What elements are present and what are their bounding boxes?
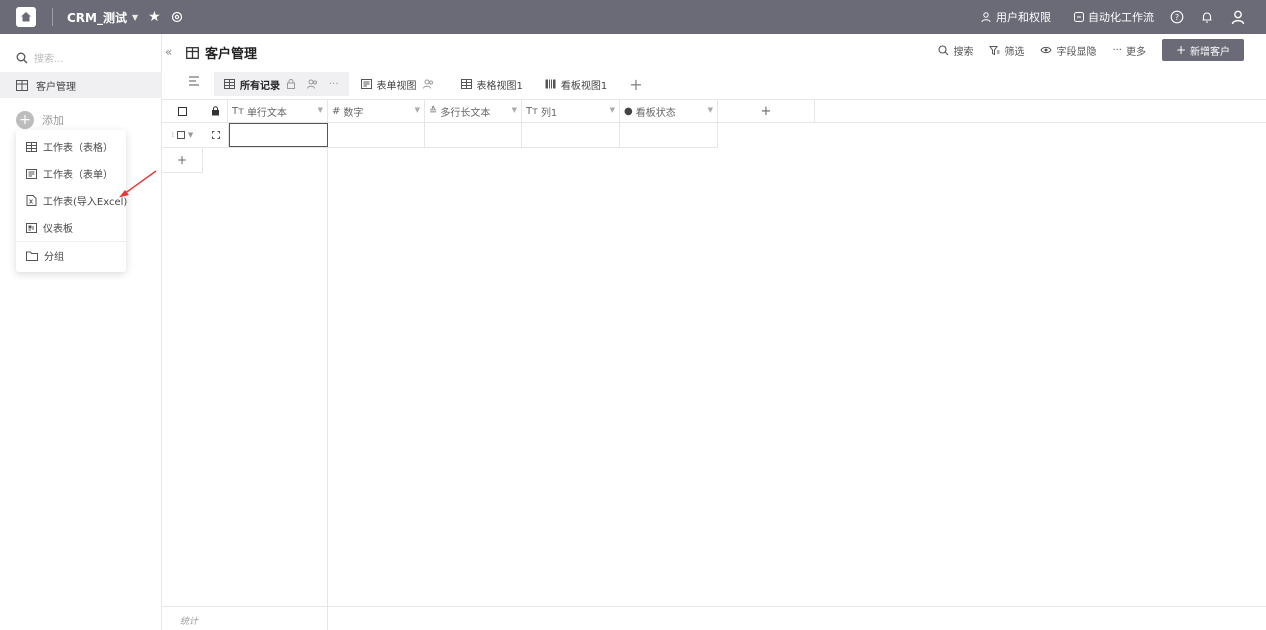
add-row-button[interactable]: + xyxy=(162,148,203,173)
table-icon xyxy=(460,79,472,89)
help-icon[interactable]: ? xyxy=(1170,10,1184,24)
table-cell[interactable] xyxy=(425,123,522,147)
tab-form-view[interactable]: 表单视图 xyxy=(351,72,449,96)
workflow-icon xyxy=(1074,12,1084,22)
home-icon[interactable] xyxy=(16,7,36,27)
column-header-col1[interactable]: Tт 列1 ▼ xyxy=(522,100,620,122)
chevron-down-icon[interactable]: ▼ xyxy=(610,106,615,114)
user-group-icon xyxy=(422,79,433,89)
excel-import-icon xyxy=(26,195,37,206)
column-header-kanban-status[interactable]: ● 看板状态 ▼ xyxy=(620,100,718,122)
toolbar-actions: 搜索 筛选 字段显隐 ··· 更多 + 新增客户 xyxy=(938,39,1244,61)
top-bar: CRM_测试 ▼ ★ 用户和权限 自动化工作流 ? xyxy=(0,0,1266,34)
stats-footer: 统计 xyxy=(162,606,1266,630)
sidebar: 搜索... 客户管理 + 添加 xyxy=(0,34,162,630)
ellipsis-icon: ··· xyxy=(1112,44,1122,56)
folder-icon xyxy=(26,251,38,261)
menu-item-sheet-form[interactable]: 工作表（表单） xyxy=(16,160,126,187)
chevron-down-icon[interactable]: ▼ xyxy=(415,106,420,114)
bell-icon[interactable] xyxy=(1200,10,1214,24)
table-cell[interactable] xyxy=(328,123,425,147)
lock-icon xyxy=(203,100,228,122)
table-icon xyxy=(224,79,235,89)
app-name[interactable]: CRM_测试 xyxy=(67,9,127,26)
sidebar-search-input[interactable]: 搜索... xyxy=(16,50,64,65)
star-icon[interactable]: ★ xyxy=(148,9,161,25)
annotation-arrow xyxy=(119,170,157,198)
search-icon xyxy=(16,52,28,63)
user-group-icon xyxy=(307,79,317,89)
table-header: Tт 单行文本 ▼ # 数字 ▼ ≙ 多行长文本 ▼ Tт 列1 ▼ ● 看板状… xyxy=(162,99,1266,123)
add-button[interactable]: + 添加 xyxy=(16,111,64,129)
table-cell[interactable] xyxy=(620,123,718,147)
table-icon xyxy=(26,141,37,152)
collapse-sidebar-icon[interactable]: « xyxy=(165,45,172,59)
menu-item-group[interactable]: 分组 xyxy=(16,242,126,269)
page-title: 客户管理 xyxy=(186,43,257,62)
table-cell[interactable] xyxy=(522,123,620,147)
add-customer-button[interactable]: + 新增客户 xyxy=(1162,39,1244,61)
plus-circle-icon: + xyxy=(16,111,34,129)
table-icon xyxy=(186,46,199,59)
ellipsis-icon[interactable]: ··· xyxy=(329,79,339,90)
automation-link[interactable]: 自动化工作流 xyxy=(1073,9,1154,25)
field-visibility-button[interactable]: 字段显隐 xyxy=(1040,43,1096,58)
chevron-down-icon[interactable]: ▼ xyxy=(512,106,517,114)
column-header-single-text[interactable]: Tт 单行文本 ▼ xyxy=(228,100,328,122)
topbar-divider xyxy=(52,8,53,26)
tab-table-view-1[interactable]: 表格视图1 xyxy=(451,72,533,96)
add-menu: 工作表（表格） 工作表（表单） 工作表(导入Excel) 仪表板 分组 xyxy=(16,130,127,272)
table-row: ⁞ ▼ xyxy=(162,123,718,148)
menu-item-sheet-table[interactable]: 工作表（表格） xyxy=(16,133,126,160)
chevron-down-icon[interactable]: ▼ xyxy=(188,131,193,139)
form-icon xyxy=(360,79,372,89)
svg-text:?: ? xyxy=(1175,13,1179,22)
kanban-icon xyxy=(545,79,556,89)
add-view-button[interactable]: + xyxy=(629,75,642,94)
tab-kanban-view-1[interactable]: 看板视图1 xyxy=(535,72,617,96)
sidebar-item-customer-management[interactable]: 客户管理 xyxy=(0,72,162,98)
chevron-down-icon[interactable]: ▼ xyxy=(318,106,323,114)
user-group-icon xyxy=(981,12,991,23)
drag-handle-icon[interactable]: ⁞ xyxy=(172,131,174,139)
user-icon[interactable] xyxy=(1230,9,1246,25)
filter-icon xyxy=(989,45,1000,55)
search-icon xyxy=(938,44,949,55)
view-tabs: 所有记录 ··· 表单视图 表格视图1 看板视图1 + xyxy=(214,72,643,96)
menu-item-dashboard[interactable]: 仪表板 xyxy=(16,214,126,241)
dashboard-icon xyxy=(26,222,37,233)
more-button[interactable]: ··· 更多 xyxy=(1112,43,1146,58)
search-button[interactable]: 搜索 xyxy=(938,43,973,58)
lock-icon xyxy=(287,79,295,89)
add-column-button[interactable]: + xyxy=(718,100,815,122)
menu-icon[interactable] xyxy=(188,76,200,86)
eye-icon xyxy=(1040,46,1053,54)
plus-icon: + xyxy=(1175,43,1187,57)
filter-button[interactable]: 筛选 xyxy=(989,43,1024,58)
settings-icon[interactable] xyxy=(171,11,183,23)
table-cell-selected[interactable] xyxy=(229,123,328,147)
column-header-number[interactable]: # 数字 ▼ xyxy=(328,100,425,122)
row-checkbox[interactable]: ⁞ ▼ xyxy=(162,123,203,147)
tab-all-records[interactable]: 所有记录 ··· xyxy=(214,72,349,96)
select-all-checkbox[interactable] xyxy=(162,100,203,122)
frozen-column-divider xyxy=(327,148,328,630)
table-icon xyxy=(16,79,28,91)
column-header-multiline-text[interactable]: ≙ 多行长文本 ▼ xyxy=(425,100,522,122)
chevron-down-icon[interactable]: ▼ xyxy=(708,106,713,114)
form-icon xyxy=(26,168,37,179)
chevron-down-icon[interactable]: ▼ xyxy=(132,13,138,22)
users-permissions-link[interactable]: 用户和权限 xyxy=(981,9,1051,25)
stats-label[interactable]: 统计 xyxy=(180,614,198,627)
menu-item-sheet-import-excel[interactable]: 工作表(导入Excel) xyxy=(16,187,127,214)
expand-row-icon[interactable] xyxy=(203,123,229,147)
